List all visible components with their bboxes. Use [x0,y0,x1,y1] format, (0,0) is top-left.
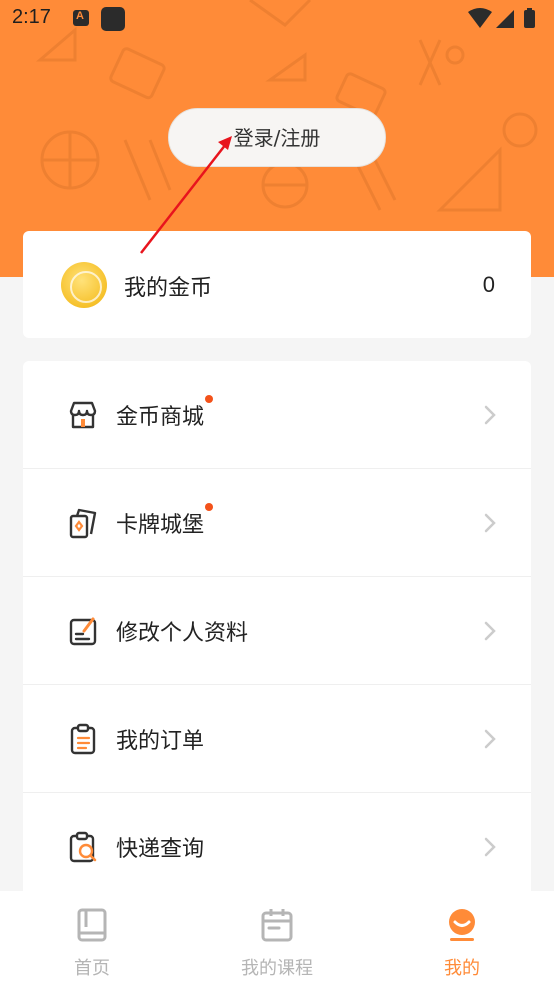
chevron-right-icon [484,837,496,857]
status-time: 2:17 [12,6,51,28]
notification-dot [205,395,214,403]
menu-item-my-orders[interactable]: 我的订单 [23,685,531,793]
bottom-tab-bar: 首页 我的课程 我的 [0,891,554,984]
delivery-search-icon [69,831,97,863]
coin-icon [61,262,107,308]
smile-face-icon [449,909,475,941]
menu-item-coin-store[interactable]: 金币商城 [23,361,531,469]
menu-item-label: 我的订单 [116,729,205,754]
coins-label: 我的金币 [124,276,213,301]
login-register-button[interactable]: 登录/注册 [168,108,386,167]
menu-item-label: 修改个人资料 [116,621,249,646]
tab-mine[interactable]: 我的 [370,891,554,984]
my-coins-card[interactable]: 我的金币 0 [23,231,531,338]
chevron-right-icon [484,621,496,641]
tab-my-courses[interactable]: 我的课程 [185,891,369,984]
tab-label: 我的 [444,958,480,979]
chevron-right-icon [484,729,496,749]
menu-item-delivery-tracking[interactable]: 快递查询 [23,793,531,901]
cards-icon [69,508,97,539]
coins-value: 0 [482,272,495,297]
menu-item-label: 卡牌城堡 [116,503,214,539]
wifi-icon [468,8,492,28]
book-icon [77,908,107,942]
order-clipboard-icon [70,723,96,755]
chevron-right-icon [484,513,496,533]
menu-item-card-castle[interactable]: 卡牌城堡 [23,469,531,577]
menu-list: 金币商城 卡牌城堡 修改个人资料 我的订单 快递查询 [23,361,531,901]
edit-profile-icon [69,617,97,646]
tab-home[interactable]: 首页 [0,891,184,984]
notification-dot [205,503,214,511]
menu-item-label: 金币商城 [116,395,214,431]
menu-item-label: 快递查询 [116,837,205,862]
tab-label: 我的课程 [241,958,313,979]
menu-item-edit-profile[interactable]: 修改个人资料 [23,577,531,685]
cell-signal-icon [496,10,514,28]
tab-label: 首页 [74,958,110,979]
chevron-right-icon [484,405,496,425]
status-bar: 2:17 [0,0,554,38]
store-icon [69,401,97,429]
status-signal-icons [468,8,535,28]
app-square-icon [101,7,125,31]
app-notification-icon [73,10,89,26]
calendar-icon [261,909,293,942]
battery-icon [524,10,535,28]
